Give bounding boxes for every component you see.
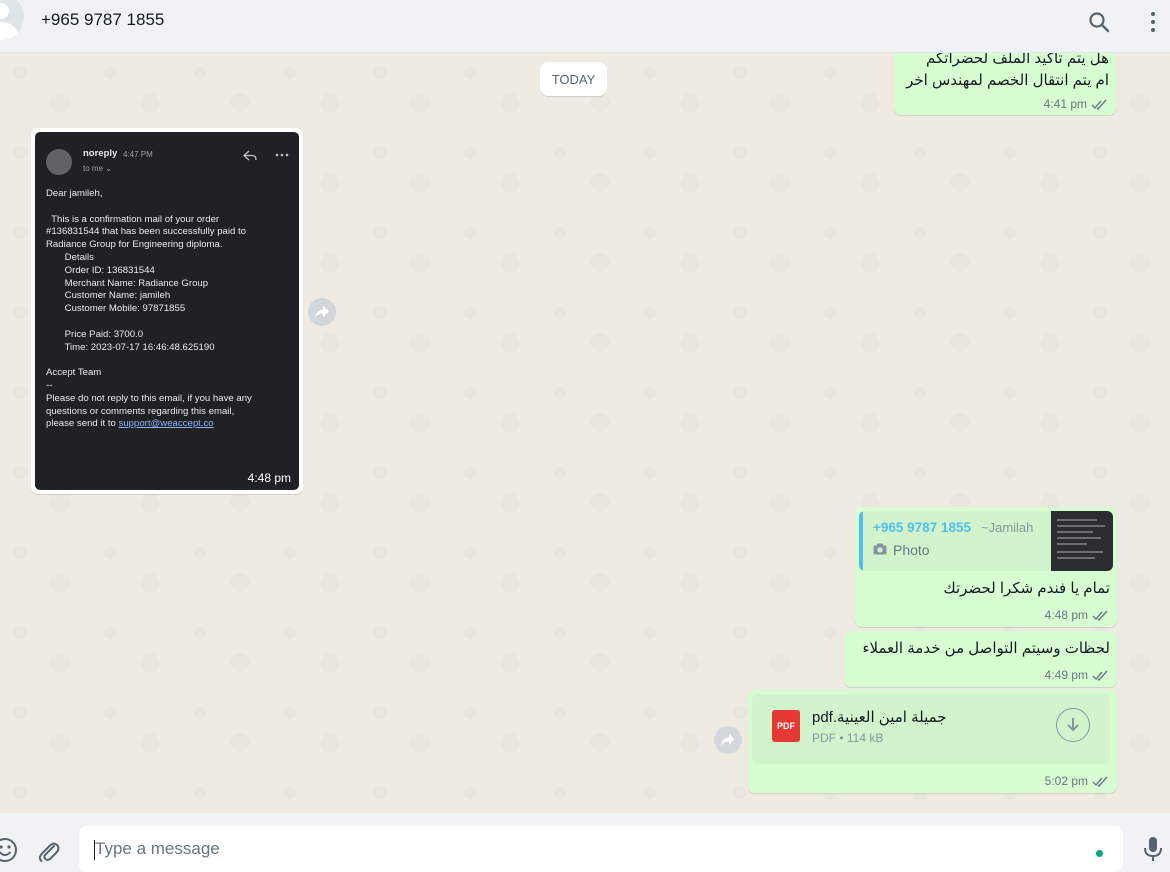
quote-sender-alias: ~Jamilah: [981, 520, 1034, 535]
forward-button[interactable]: [308, 298, 336, 326]
quote-sender-number: +965 9787 1855: [873, 520, 971, 535]
message-time: 4:49 pm: [1044, 668, 1088, 682]
document-card[interactable]: PDF جميلة امين العينية.pdf PDF • 114 kB: [752, 694, 1110, 764]
message-text: تمام يا فندم شكرا لحضرتك: [943, 580, 1110, 597]
text-caret: [94, 840, 95, 860]
reply-icon: [243, 150, 257, 161]
email-screenshot-image[interactable]: noreply 4:47 PM to me ⌄ Dear jamileh, Th…: [35, 132, 299, 490]
quote-bar: [859, 511, 863, 571]
message-bubble-out[interactable]: PDF جميلة امين العينية.pdf PDF • 114 kB …: [748, 690, 1117, 793]
email-body: Dear jamileh, This is a confirmation mai…: [46, 188, 291, 431]
avatar-head-shape: [0, 3, 9, 19]
document-name: جميلة امين العينية.pdf: [812, 709, 947, 726]
ticks-icon: [1092, 670, 1108, 681]
email-support-link: support@weaccept.co: [118, 418, 214, 430]
avatar-body-shape: [0, 22, 18, 40]
email-to: to me ⌄: [83, 164, 112, 173]
email-sender: noreply: [83, 148, 118, 159]
message-time: 4:48 pm: [1044, 608, 1088, 622]
message-meta: 4:49 pm: [1045, 668, 1109, 682]
grammar-dot-indicator: [1096, 850, 1103, 857]
ticks-icon: [1092, 610, 1108, 621]
message-time: 4:41 pm: [1043, 97, 1087, 111]
contact-avatar[interactable]: [0, 0, 24, 40]
message-input[interactable]: [79, 826, 1123, 872]
message-time: 4:48 pm: [247, 471, 291, 486]
menu-icon[interactable]: [1143, 10, 1163, 34]
download-icon: [1067, 718, 1079, 732]
message-meta: 5:02 pm: [1045, 774, 1109, 788]
pdf-icon: PDF: [772, 710, 800, 742]
attach-icon[interactable]: [36, 837, 60, 863]
quote-type: Photo: [893, 542, 930, 558]
message-bubble-out[interactable]: هل يتم تأكيد الملف لحضراتكم ام يتم انتقا…: [894, 53, 1116, 115]
forward-icon: [721, 734, 735, 746]
camera-icon: [873, 543, 887, 555]
message-text: ام يتم انتقال الخصم لمهندس اخر: [906, 72, 1109, 89]
document-info: PDF • 114 kB: [812, 731, 884, 745]
email-body-text: Dear jamileh, This is a confirmation mai…: [46, 188, 252, 430]
search-icon[interactable]: [1087, 10, 1111, 34]
message-meta: 4:41 pm: [1044, 97, 1108, 111]
message-bubble-out[interactable]: لحظات وسيتم التواصل من خدمة العملاء 4:49…: [844, 631, 1117, 687]
ticks-icon: [1092, 776, 1108, 787]
more-icon: [275, 153, 289, 157]
download-button[interactable]: [1056, 708, 1090, 742]
chat-area[interactable]: هل يتم تأكيد الملف لحضراتكم ام يتم انتقا…: [0, 53, 1170, 813]
message-text: لحظات وسيتم التواصل من خدمة العملاء: [862, 640, 1110, 657]
contact-name[interactable]: +965 9787 1855: [41, 10, 164, 30]
forward-icon: [315, 306, 329, 318]
forward-button[interactable]: [714, 726, 742, 754]
message-time: 5:02 pm: [1044, 774, 1088, 788]
date-chip: TODAY: [540, 62, 607, 96]
email-time: 4:47 PM: [123, 150, 153, 159]
emoji-icon[interactable]: [0, 837, 18, 863]
chat-header: +965 9787 1855: [0, 0, 1170, 53]
composer-bar: [0, 813, 1170, 872]
quote-thumbnail: [1051, 511, 1113, 571]
message-meta: 4:48 pm: [1045, 608, 1109, 622]
message-bubble-out[interactable]: +965 9787 1855 ~Jamilah Photo تمام يا فن…: [855, 507, 1117, 627]
ticks-icon: [1091, 99, 1107, 110]
message-bubble-in[interactable]: noreply 4:47 PM to me ⌄ Dear jamileh, Th…: [31, 128, 303, 494]
message-text: هل يتم تأكيد الملف لحضراتكم: [926, 53, 1109, 67]
quoted-message[interactable]: +965 9787 1855 ~Jamilah Photo: [859, 511, 1113, 571]
mic-icon[interactable]: [1142, 835, 1164, 863]
email-avatar: [46, 149, 72, 175]
